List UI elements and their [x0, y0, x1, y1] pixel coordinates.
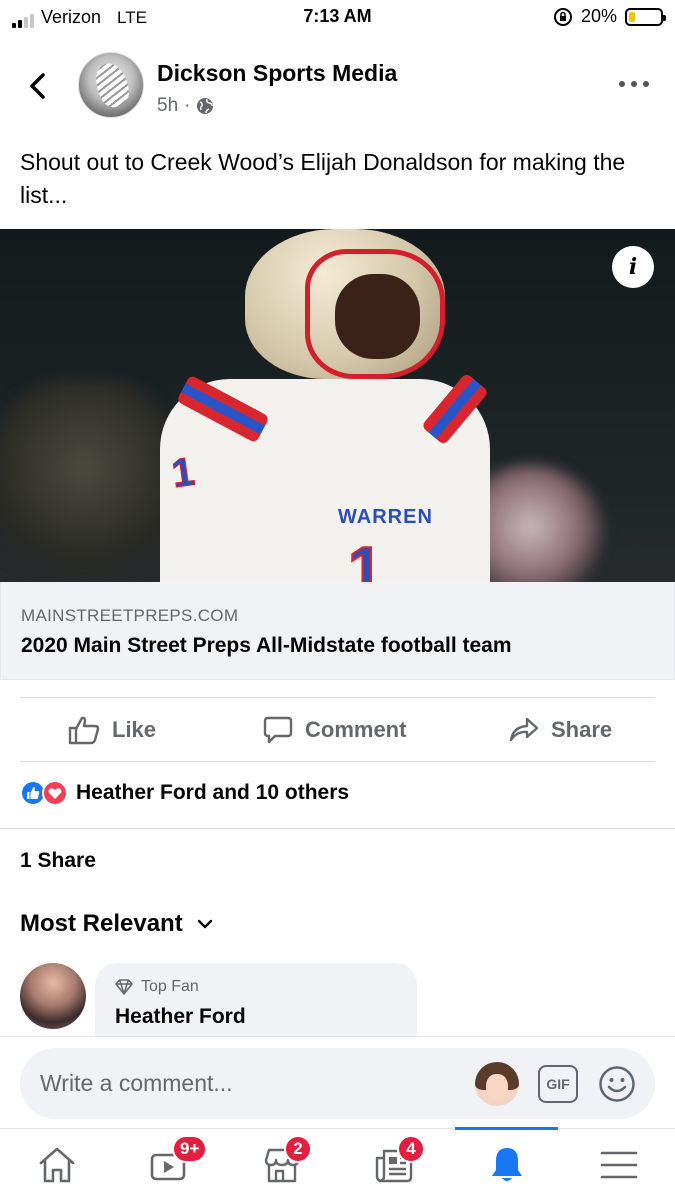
share-icon — [509, 717, 539, 742]
tab-watch[interactable]: 9+ — [118, 1129, 221, 1200]
comment-sort-dropdown[interactable]: Most Relevant — [20, 910, 213, 938]
info-icon: i — [628, 254, 638, 280]
share-label: Share — [551, 717, 613, 742]
rotation-lock-icon — [553, 7, 572, 26]
status-bar: Verizon LTE 7:13 AM 20% — [0, 0, 675, 36]
comment-composer: Write a comment... GIF — [0, 1036, 675, 1128]
commenter-avatar[interactable] — [20, 963, 86, 1029]
status-right: 20% — [553, 6, 666, 27]
post-text: Shout out to Creek Wood’s Elijah Donalds… — [20, 149, 626, 208]
like-button[interactable]: Like — [68, 699, 156, 761]
comment-placeholder: Write a comment... — [40, 1070, 233, 1096]
tab-home[interactable] — [5, 1129, 108, 1200]
love-reaction-icon — [42, 780, 68, 806]
marketplace-badge: 2 — [284, 1135, 312, 1163]
post-time[interactable]: 5h — [157, 95, 178, 117]
comment-bubble[interactable]: Top Fan Heather Ford — [95, 963, 417, 1043]
news-badge: 4 — [397, 1135, 425, 1163]
avatar-sticker-button[interactable] — [475, 1062, 519, 1106]
post-photo[interactable]: WARREN 1 1 i — [0, 229, 675, 582]
meta-dot: · — [184, 95, 191, 116]
tab-notifications[interactable] — [455, 1129, 558, 1200]
comment-button[interactable]: Comment — [263, 699, 406, 761]
jersey-number: 1 — [347, 534, 384, 582]
reactions-summary[interactable]: Heather Ford and 10 others — [20, 780, 349, 806]
top-fan-label: Top Fan — [141, 978, 199, 995]
thumbs-up-icon — [68, 716, 100, 745]
battery-percent: 20% — [580, 6, 617, 26]
divider — [0, 828, 675, 829]
back-button[interactable] — [22, 66, 52, 106]
jersey-team-name: WARREN — [338, 506, 433, 528]
shares-count[interactable]: 1 Share — [20, 849, 96, 873]
reactions-text: Heather Ford and 10 others — [76, 781, 350, 804]
gif-button[interactable]: GIF — [538, 1065, 578, 1103]
comment-label: Comment — [305, 717, 407, 742]
share-button[interactable]: Share — [509, 699, 612, 761]
dot-icon — [631, 81, 637, 87]
info-button[interactable]: i — [612, 246, 654, 288]
link-domain: MAINSTREETPREPS.COM — [21, 606, 239, 625]
comment-input[interactable]: Write a comment... GIF — [20, 1048, 655, 1119]
tab-menu[interactable] — [567, 1129, 670, 1200]
dot-icon — [643, 81, 649, 87]
like-label: Like — [112, 717, 157, 742]
bell-icon — [491, 1148, 522, 1181]
chevron-down-icon — [197, 919, 212, 929]
watch-badge: 9+ — [172, 1135, 208, 1163]
sort-label: Most Relevant — [20, 910, 183, 937]
link-preview[interactable]: MAINSTREETPREPS.COM 2020 Main Street Pre… — [0, 582, 675, 680]
more-options-button[interactable] — [619, 72, 649, 96]
tab-marketplace[interactable]: 2 — [230, 1129, 333, 1200]
top-fan-badge: Top Fan — [115, 978, 199, 996]
hamburger-menu-icon — [600, 1151, 637, 1179]
link-title: 2020 Main Street Preps All-Midstate foot… — [21, 634, 512, 657]
divider — [20, 761, 655, 762]
battery-icon — [625, 7, 666, 26]
comment-icon — [263, 716, 293, 744]
post-actions: Like Comment Share — [0, 699, 675, 761]
commenter-name[interactable]: Heather Ford — [115, 1005, 246, 1029]
bottom-tab-bar: 9+ 2 4 — [0, 1127, 675, 1200]
tab-news[interactable]: 4 — [343, 1129, 446, 1200]
divider — [20, 697, 655, 698]
home-icon — [39, 1147, 74, 1183]
helmet-facemask — [305, 249, 445, 379]
globe-icon — [197, 98, 214, 114]
chevron-left-icon — [30, 73, 45, 99]
emoji-icon[interactable] — [598, 1065, 636, 1103]
shell-logo — [90, 59, 134, 111]
post-meta: 5h · — [157, 95, 214, 117]
page-avatar[interactable] — [78, 52, 144, 118]
dot-icon — [619, 81, 625, 87]
diamond-icon — [115, 979, 133, 995]
background-player — [0, 379, 180, 582]
battery-level — [629, 11, 635, 22]
page-name[interactable]: Dickson Sports Media — [157, 60, 397, 87]
